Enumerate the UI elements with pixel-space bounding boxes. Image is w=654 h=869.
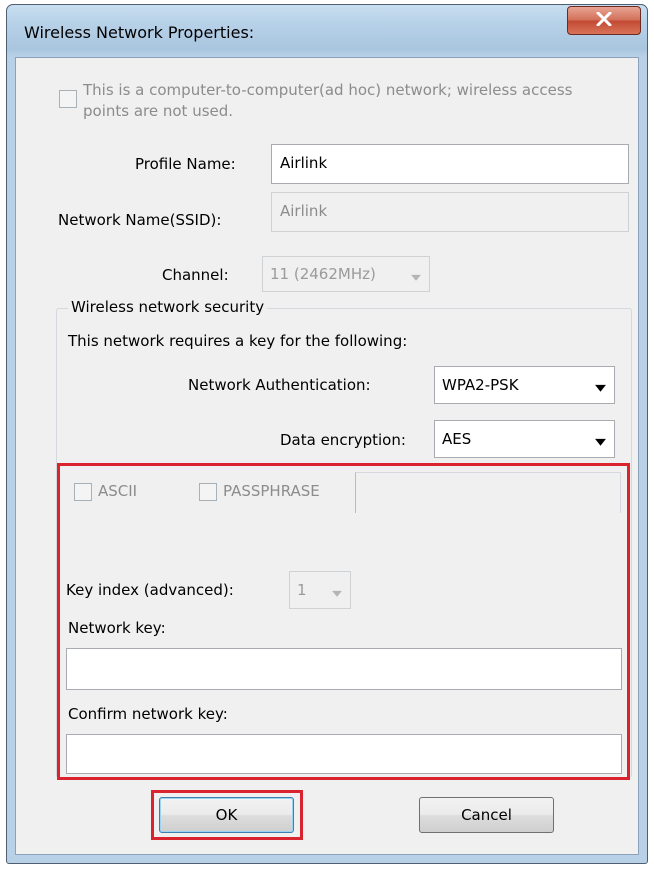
channel-label: Channel: (162, 266, 229, 284)
key-index-value: 1 (297, 581, 307, 599)
ssid-value: Airlink (280, 202, 328, 220)
title-bar[interactable]: Wireless Network Properties: (7, 5, 647, 57)
close-icon (596, 11, 612, 30)
dialog-window: Wireless Network Properties: This is a c… (6, 4, 648, 864)
ascii-checkbox[interactable] (74, 483, 92, 501)
chevron-down-icon (332, 583, 342, 601)
ssid-label: Network Name(SSID): (58, 211, 222, 229)
passphrase-label: PASSPHRASE (223, 482, 320, 500)
cancel-button[interactable]: Cancel (419, 797, 554, 833)
window-title: Wireless Network Properties: (24, 23, 255, 42)
network-authentication-select[interactable]: WPA2-PSK (434, 366, 615, 404)
network-authentication-label: Network Authentication: (188, 376, 371, 394)
chevron-down-icon (595, 432, 606, 450)
channel-select[interactable]: 11 (2462MHz) (262, 256, 430, 292)
key-index-select[interactable]: 1 (289, 571, 351, 609)
network-key-field[interactable] (66, 648, 622, 690)
network-authentication-value: WPA2-PSK (442, 376, 519, 394)
ok-button[interactable]: OK (159, 797, 294, 833)
ssid-field[interactable]: Airlink (271, 192, 629, 232)
chevron-down-icon (411, 267, 421, 285)
data-encryption-select[interactable]: AES (434, 420, 615, 458)
data-encryption-label: Data encryption: (280, 431, 406, 449)
adhoc-checkbox[interactable] (59, 90, 77, 108)
ascii-label: ASCII (98, 482, 138, 500)
profile-name-value: Airlink (280, 154, 328, 172)
cancel-button-label: Cancel (461, 806, 512, 824)
close-button[interactable] (567, 6, 641, 35)
profile-name-label: Profile Name: (135, 155, 236, 173)
confirm-key-field[interactable] (66, 734, 622, 774)
passphrase-checkbox[interactable] (199, 483, 217, 501)
chevron-down-icon (595, 378, 606, 396)
requirement-text: This network requires a key for the foll… (68, 332, 408, 350)
data-encryption-value: AES (442, 430, 472, 448)
confirm-key-label: Confirm network key: (68, 705, 228, 723)
channel-value: 11 (2462MHz) (270, 265, 376, 283)
passphrase-field[interactable] (355, 472, 621, 513)
key-index-label: Key index (advanced): (66, 581, 234, 599)
adhoc-checkbox-label: This is a computer-to-computer(ad hoc) n… (83, 81, 573, 120)
profile-name-field[interactable]: Airlink (271, 144, 629, 184)
network-key-label: Network key: (68, 619, 166, 637)
security-group-title: Wireless network security (68, 298, 268, 316)
dialog-content: This is a computer-to-computer(ad hoc) n… (15, 57, 639, 855)
